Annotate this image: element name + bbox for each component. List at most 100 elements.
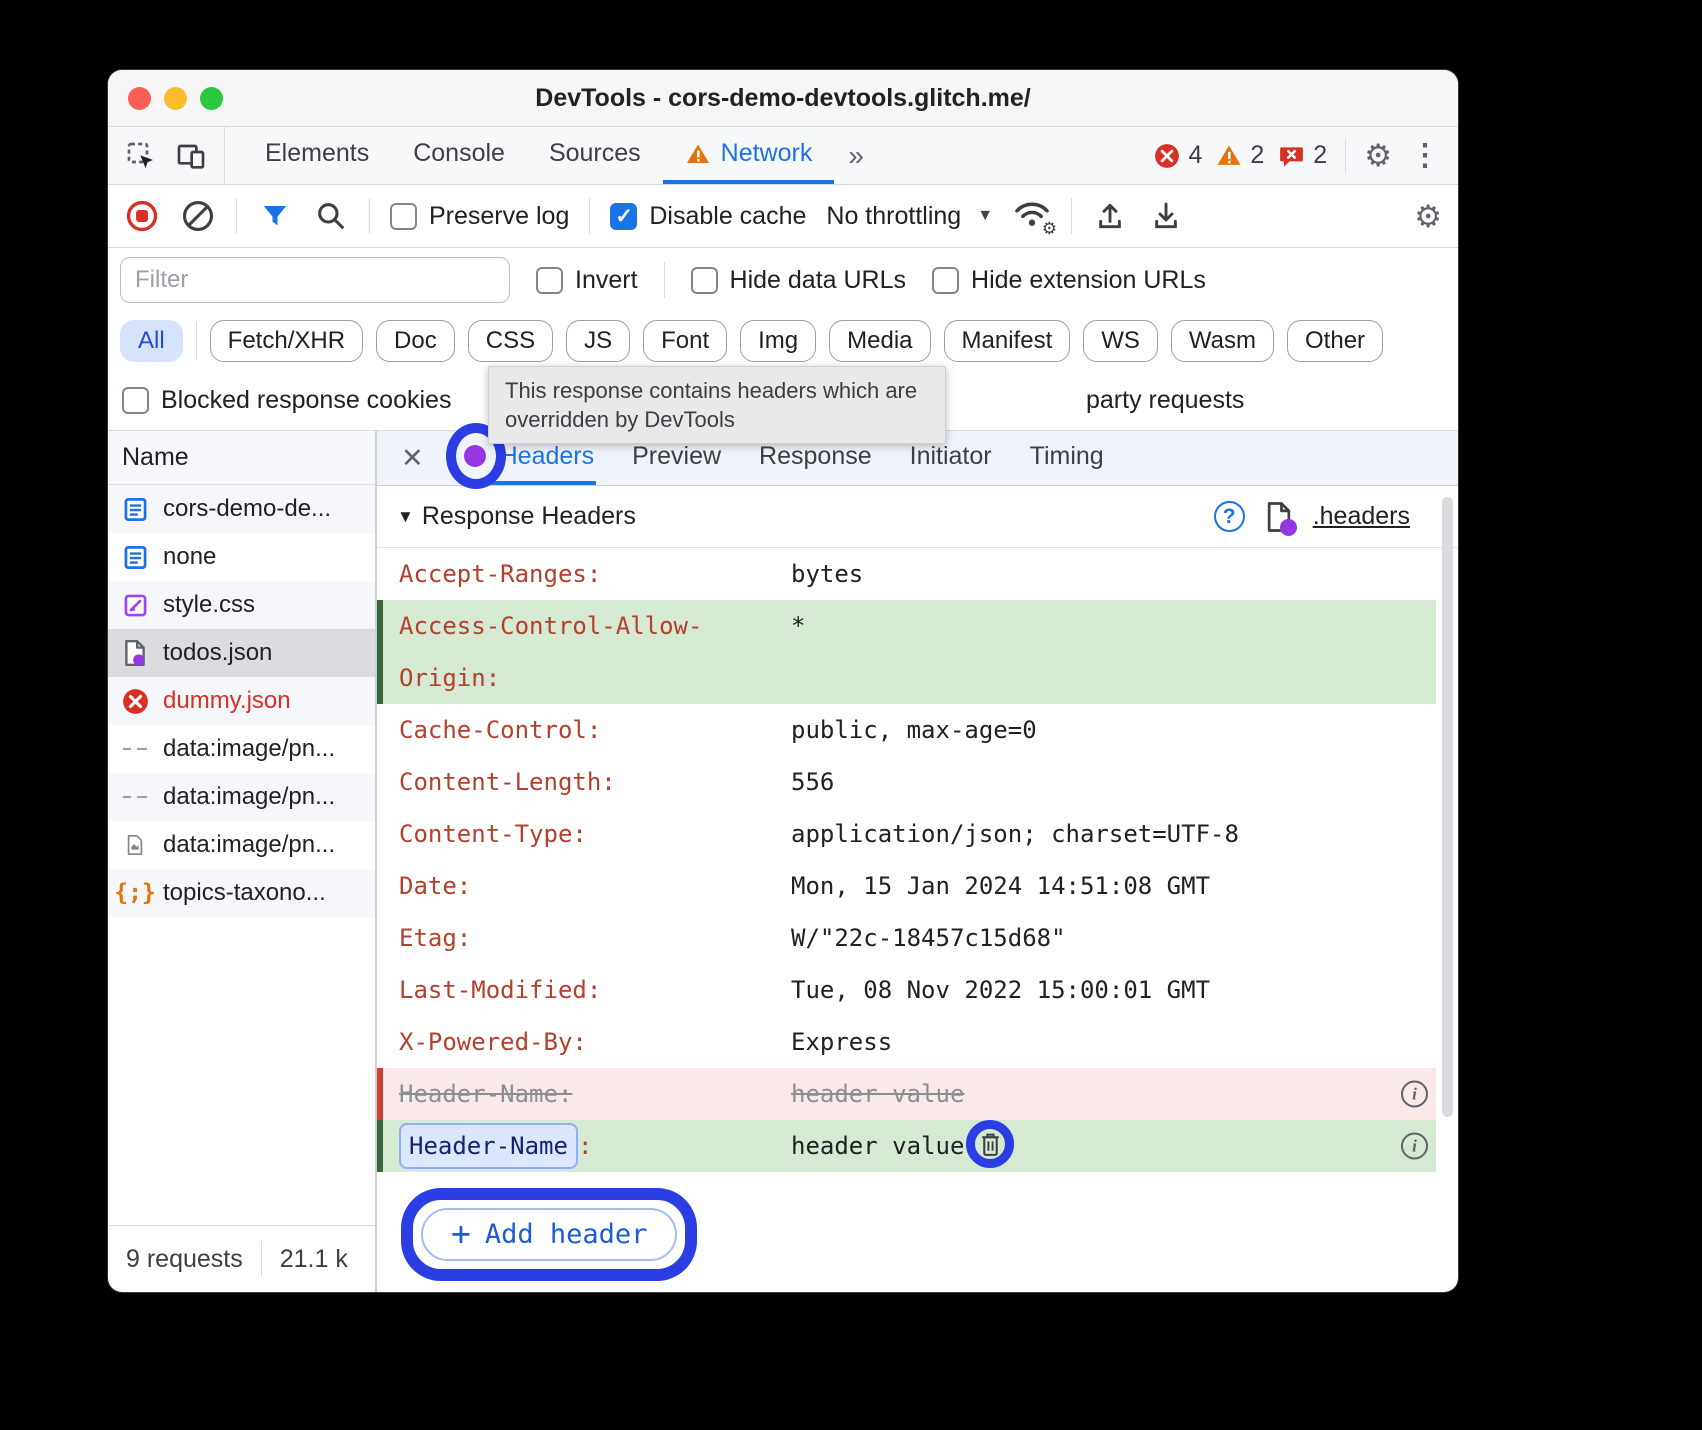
annotation-circle	[966, 1120, 1014, 1168]
info-icon[interactable]: i	[1401, 1133, 1428, 1160]
plus-icon: +	[451, 1217, 471, 1250]
filter-chip-manifest[interactable]: Manifest	[944, 320, 1071, 362]
network-toolbar: Preserve log Disable cache No throttling…	[108, 185, 1458, 248]
header-row-removed: Header-Name: header value i	[377, 1068, 1436, 1120]
name-column-header[interactable]: Name	[108, 431, 375, 485]
header-row-editing: Header-Name: header value i	[377, 1120, 1436, 1172]
help-icon[interactable]: ?	[1214, 501, 1245, 532]
document-icon	[120, 544, 150, 571]
filter-chip-js[interactable]: JS	[566, 320, 630, 362]
window-title: DevTools - cors-demo-devtools.glitch.me/	[108, 84, 1458, 113]
warning-icon	[685, 142, 711, 166]
header-row: X-Powered-By: Express	[377, 1016, 1436, 1068]
override-file-icon	[1265, 501, 1293, 533]
network-conditions-icon[interactable]: ⚙	[1013, 199, 1051, 233]
inspect-element-icon[interactable]	[124, 139, 158, 173]
invert-checkbox[interactable]: Invert	[536, 266, 638, 295]
request-row[interactable]: {;} topics-taxono...	[108, 869, 375, 917]
filter-chip-font[interactable]: Font	[643, 320, 727, 362]
header-row: Last-Modified: Tue, 08 Nov 2022 15:00:01…	[377, 964, 1436, 1016]
filter-chip-wasm[interactable]: Wasm	[1171, 320, 1274, 362]
request-row[interactable]: data:image/pn...	[108, 821, 375, 869]
request-row[interactable]: cors-demo-de...	[108, 485, 375, 533]
headers-file-link[interactable]: .headers	[1313, 502, 1410, 531]
filter-input[interactable]	[120, 257, 510, 303]
request-row[interactable]: style.css	[108, 581, 375, 629]
checkbox-unchecked[interactable]	[390, 203, 417, 230]
search-icon[interactable]	[313, 198, 349, 234]
header-value-field[interactable]: header value	[791, 1120, 964, 1172]
broken-image-icon	[120, 742, 150, 756]
header-row: Content-Length: 556	[377, 756, 1436, 808]
checkbox-checked[interactable]	[610, 203, 637, 230]
window-titlebar: DevTools - cors-demo-devtools.glitch.me/	[108, 70, 1458, 127]
devtools-window: DevTools - cors-demo-devtools.glitch.me/…	[108, 70, 1458, 1292]
request-details-panel: ✕ Headers Preview Response Initiator Tim…	[377, 431, 1458, 1292]
issues-badge[interactable]: 2	[1278, 141, 1327, 170]
header-row: Date: Mon, 15 Jan 2024 14:51:08 GMT	[377, 860, 1436, 912]
network-settings-gear-icon[interactable]: ⚙	[1414, 201, 1442, 232]
filter-chip-img[interactable]: Img	[740, 320, 816, 362]
image-file-icon	[120, 834, 150, 856]
header-row-overridden: Access-Control-Allow-Origin: *	[377, 600, 1436, 704]
filter-chip-other[interactable]: Other	[1287, 320, 1383, 362]
settings-gear-icon[interactable]: ⚙	[1364, 140, 1392, 171]
gear-icon: ⚙	[1042, 219, 1057, 239]
import-har-icon[interactable]	[1092, 198, 1128, 234]
export-har-icon[interactable]	[1148, 198, 1184, 234]
document-icon	[120, 496, 150, 523]
scrollbar[interactable]	[1442, 497, 1453, 1117]
disable-cache-checkbox[interactable]: Disable cache	[610, 202, 806, 231]
script-icon: {;}	[120, 880, 150, 906]
filter-chip-css[interactable]: CSS	[468, 320, 553, 362]
close-icon[interactable]: ✕	[397, 431, 428, 485]
more-tabs-icon[interactable]: »	[834, 127, 880, 184]
console-warnings-badge[interactable]: 2	[1216, 141, 1264, 170]
request-row[interactable]: none	[108, 533, 375, 581]
request-row-selected[interactable]: todos.json	[108, 629, 375, 677]
response-headers-section[interactable]: ▼ Response Headers ? .headers	[377, 486, 1458, 548]
request-row-error[interactable]: dummy.json	[108, 677, 375, 725]
preserve-log-checkbox[interactable]: Preserve log	[390, 202, 569, 231]
info-icon[interactable]: i	[1401, 1081, 1428, 1108]
console-errors-badge[interactable]: 4	[1154, 141, 1202, 170]
override-tooltip: This response contains headers which are…	[488, 366, 946, 444]
header-row: Content-Type: application/json; charset=…	[377, 808, 1436, 860]
hide-extension-urls-checkbox[interactable]: Hide extension URLs	[932, 266, 1206, 295]
filter-chip-fetch-xhr[interactable]: Fetch/XHR	[210, 320, 363, 362]
request-row[interactable]: data:image/pn...	[108, 773, 375, 821]
collapse-caret-icon[interactable]: ▼	[397, 507, 414, 527]
overridden-file-icon	[120, 639, 150, 667]
filter-chip-ws[interactable]: WS	[1083, 320, 1158, 362]
clear-network-log-button[interactable]	[180, 198, 216, 234]
tab-elements[interactable]: Elements	[243, 127, 391, 184]
blocked-response-cookies-checkbox[interactable]: Blocked response cookies	[122, 386, 451, 415]
tab-network[interactable]: Network	[663, 127, 835, 184]
filter-chip-media[interactable]: Media	[829, 320, 930, 362]
hide-data-urls-checkbox[interactable]: Hide data URLs	[691, 266, 906, 295]
delete-header-icon[interactable]	[978, 1131, 1003, 1158]
request-count: 9 requests	[108, 1245, 261, 1274]
stylesheet-icon	[120, 592, 150, 619]
device-toolbar-icon[interactable]	[174, 139, 208, 173]
tab-sources[interactable]: Sources	[527, 127, 663, 184]
error-icon	[1154, 143, 1180, 169]
record-network-log-button[interactable]	[124, 198, 160, 234]
devtools-tabbar: Elements Console Sources Network » 4 2	[108, 127, 1458, 185]
throttling-select[interactable]: No throttling ▼	[826, 202, 993, 231]
filter-icon[interactable]	[257, 198, 293, 234]
header-row: Cache-Control: public, max-age=0	[377, 704, 1436, 756]
request-type-filters: All Fetch/XHR Doc CSS JS Font Img Media …	[108, 312, 1458, 370]
requests-list-panel: Name cors-demo-de... none	[108, 431, 377, 1292]
add-header-button[interactable]: + Add header	[421, 1208, 677, 1261]
request-row[interactable]: data:image/pn...	[108, 725, 375, 773]
tab-console[interactable]: Console	[391, 127, 527, 184]
filter-chip-all[interactable]: All	[120, 320, 183, 362]
kebab-menu-icon[interactable]: ⋮	[1406, 141, 1444, 171]
header-name-input[interactable]: Header-Name	[399, 1123, 578, 1169]
header-row: Etag: W/"22c-18457c15d68"	[377, 912, 1436, 964]
chevron-down-icon: ▼	[977, 207, 993, 225]
tab-timing[interactable]: Timing	[1028, 431, 1106, 485]
issue-icon	[1278, 143, 1305, 169]
filter-chip-doc[interactable]: Doc	[376, 320, 455, 362]
